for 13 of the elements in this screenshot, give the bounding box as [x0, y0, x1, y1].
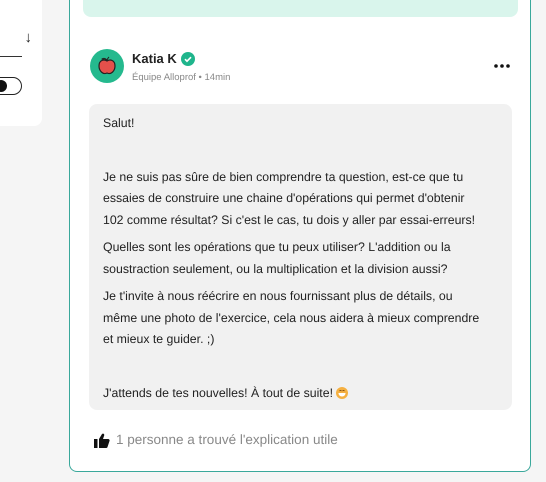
message-paragraph: Salut!	[103, 115, 136, 132]
more-options-icon[interactable]	[494, 64, 510, 68]
avatar-apple-icon	[90, 48, 124, 82]
helpful-count-text: 1 personne a trouvé l'explication utile	[116, 431, 338, 449]
thumbs-up-icon[interactable]	[94, 432, 110, 448]
message-paragraph: Je ne suis pas sûre de bien comprendre ta question, est-ce que tu essaies de construire une chaine d'opérations qui permet d'obtenir 102 comme résultat? Si c'est le cas, tu dois y aller par essai-erreurs!	[103, 168, 476, 228]
message-paragraph: Quelles sont les opérations que tu peux utiliser? L'addition ou la soustraction seulement, ou la multiplication et la division aussi?	[103, 239, 452, 278]
message-paragraph: J'attends de tes nouvelles! À tout de suite!	[103, 382, 488, 404]
sort-arrow-icon[interactable]: ↓	[0, 28, 42, 48]
author-role-time: Équipe Alloprof • 14min	[132, 71, 230, 84]
author-name[interactable]: Katia K	[132, 51, 177, 67]
toggle-switch[interactable]	[0, 77, 22, 95]
message-paragraph: Je t'invite à nous réécrire en nous fournissant plus de détails, ou même une photo de l'exercice, cela nous aidera à mieux comprendre et mieux te guider. ;)	[103, 288, 480, 348]
